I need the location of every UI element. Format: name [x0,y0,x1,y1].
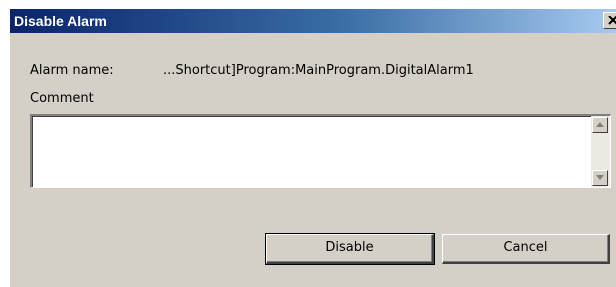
title-bar[interactable]: Disable Alarm [10,9,616,33]
alarm-name-value: ...Shortcut]Program:MainProgram.DigitalA… [163,63,474,78]
close-button[interactable] [603,12,616,29]
close-icon [608,16,616,25]
arrow-up-icon [596,122,604,127]
scroll-down-button[interactable] [592,170,608,186]
comment-scrollbar[interactable] [591,116,610,187]
disable-button[interactable]: Disable [265,233,435,265]
arrow-down-icon [596,175,604,180]
comment-label: Comment [30,91,94,106]
dialog-title: Disable Alarm [14,13,107,29]
disable-alarm-dialog: Disable Alarm Alarm name: ...Shortcut]Pr… [9,8,616,287]
comment-field-frame [30,114,611,188]
alarm-name-label: Alarm name: [30,63,114,78]
cancel-button[interactable]: Cancel [442,234,610,264]
comment-input[interactable] [34,117,589,185]
scroll-up-button[interactable] [592,117,608,133]
